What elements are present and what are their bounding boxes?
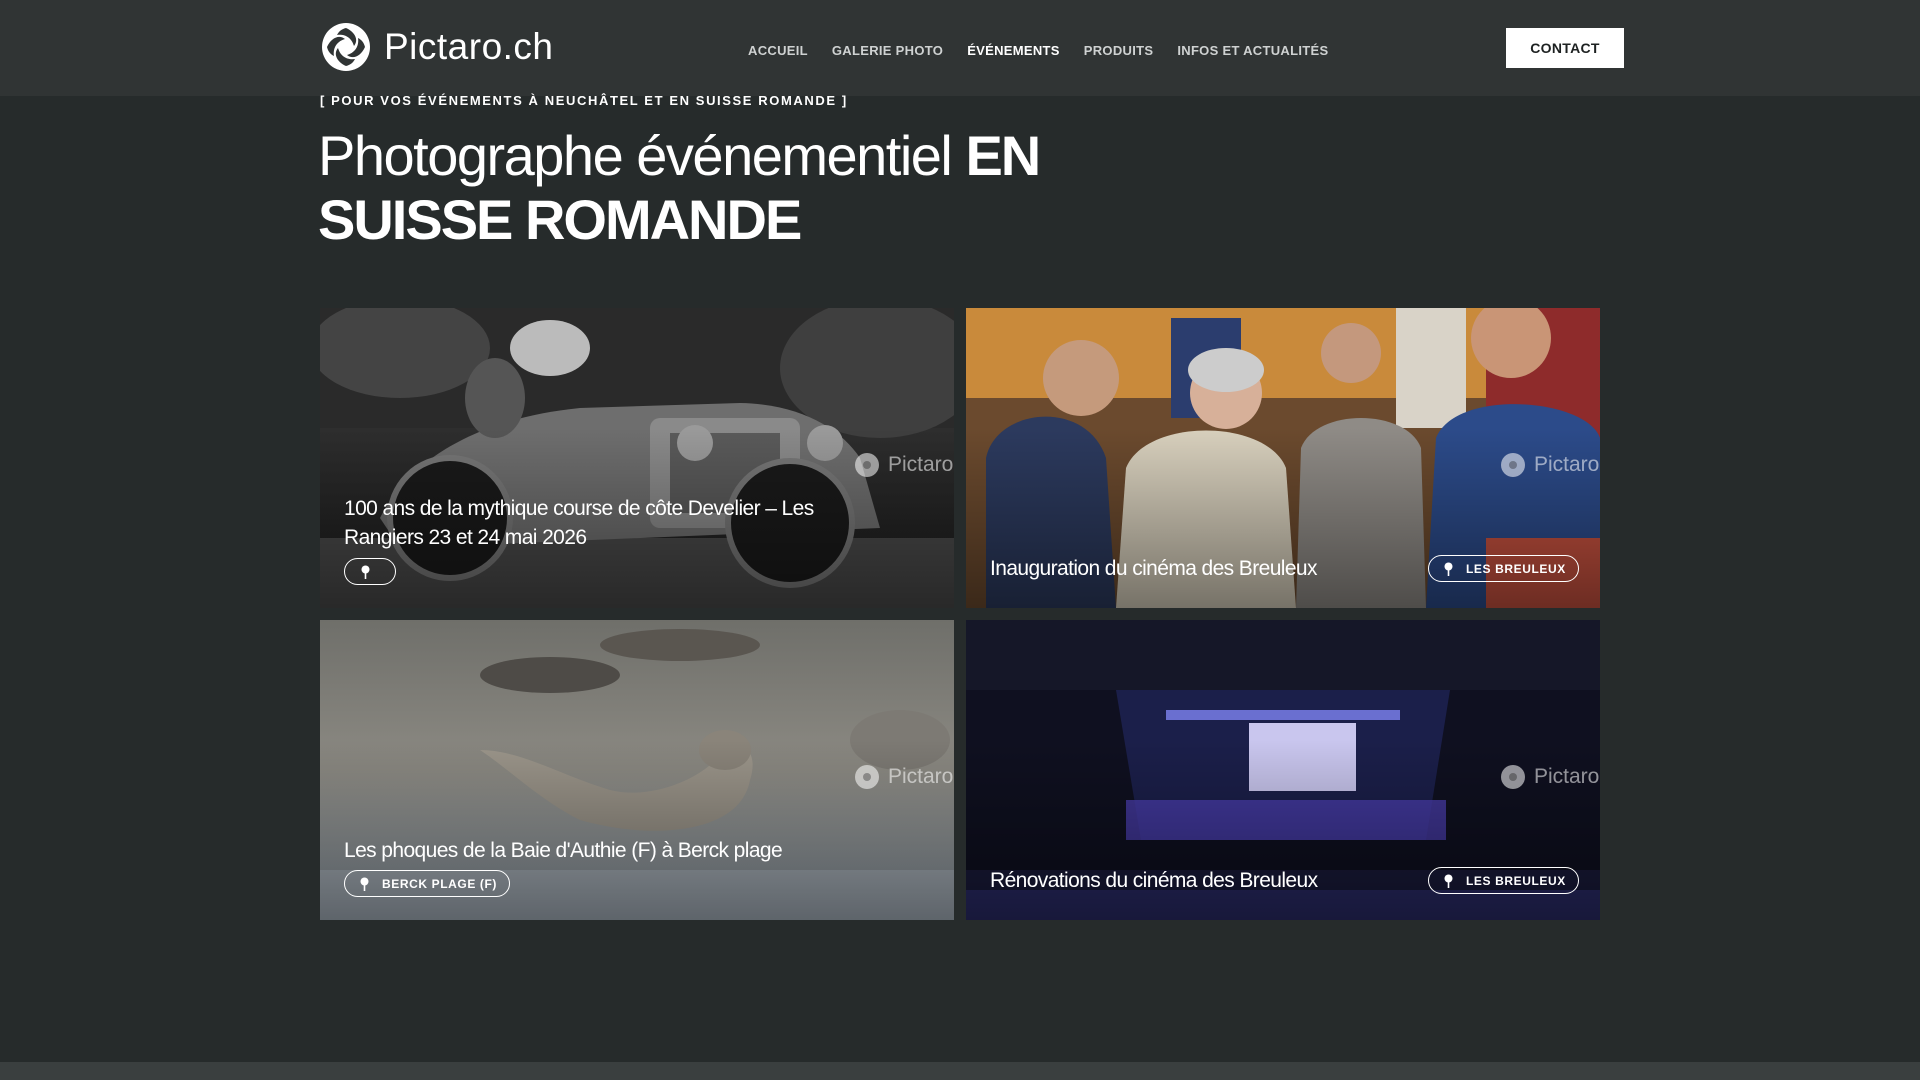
location-pill[interactable]: BERCK PLAGE (F): [344, 870, 510, 897]
events-grid: Pictaro 100 ans de la mythique course de…: [320, 308, 1600, 920]
site-header: Pictaro.ch ACCUEIL GALERIE PHOTO ÉVÉNEME…: [0, 0, 1920, 96]
watermark-text: Pictaro: [1534, 765, 1600, 788]
location-label: LES BREULEUX: [1466, 561, 1566, 576]
location-pill[interactable]: LES BREULEUX: [1428, 555, 1579, 582]
watermark-text: Pictaro: [888, 453, 954, 476]
brand-name: Pictaro.ch: [384, 26, 554, 67]
event-title[interactable]: 100 ans de la mythique course de côte De…: [344, 494, 864, 552]
watermark-text: Pictaro: [888, 765, 954, 788]
location-pin-icon: [361, 565, 370, 579]
aperture-watermark-icon: [855, 453, 879, 477]
hero-eyebrow: [ POUR VOS ÉVÉNEMENTS À NEUCHÂTEL ET EN …: [320, 93, 848, 108]
aperture-watermark-icon: [1501, 765, 1525, 789]
location-label: BERCK PLAGE (F): [382, 876, 497, 891]
location-pill[interactable]: [344, 558, 396, 585]
aperture-logo-icon: [322, 23, 370, 71]
event-card-renovations-cinema[interactable]: Pictaro Rénovations du cinéma des Breule…: [966, 620, 1600, 920]
page-title: Photographe événementiel EN SUISSE ROMAN…: [318, 124, 1118, 252]
page-title-regular: Photographe événementiel: [318, 124, 966, 187]
event-card-inauguration-cinema[interactable]: Pictaro Inauguration du cinéma des Breul…: [966, 308, 1600, 608]
nav-item-infos-actualites[interactable]: INFOS ET ACTUALITÉS: [1177, 40, 1328, 62]
brand-logo-link[interactable]: Pictaro.ch: [321, 22, 554, 72]
aperture-watermark-icon: [1501, 453, 1525, 477]
footer-edge: [0, 1062, 1920, 1080]
contact-button[interactable]: CONTACT: [1506, 28, 1624, 68]
watermark: Pictaro: [1500, 452, 1599, 478]
event-title[interactable]: Les phoques de la Baie d'Authie (F) à Be…: [344, 836, 864, 865]
nav-item-accueil[interactable]: ACCUEIL: [748, 40, 808, 62]
location-pin-icon: [360, 877, 369, 891]
watermark: Pictaro: [854, 764, 953, 790]
location-label: LES BREULEUX: [1466, 873, 1566, 888]
watermark: Pictaro: [854, 452, 953, 478]
nav-item-evenements[interactable]: ÉVÉNEMENTS: [967, 40, 1060, 62]
location-pill[interactable]: LES BREULEUX: [1428, 867, 1579, 894]
watermark-text: Pictaro: [1534, 453, 1600, 476]
event-card-phoques-berck[interactable]: Pictaro Les phoques de la Baie d'Authie …: [320, 620, 954, 920]
location-pin-icon: [1444, 874, 1453, 888]
event-card-develier-rangiers[interactable]: Pictaro 100 ans de la mythique course de…: [320, 308, 954, 608]
main-nav: ACCUEIL GALERIE PHOTO ÉVÉNEMENTS PRODUIT…: [748, 40, 1352, 62]
location-pin-icon: [1444, 562, 1453, 576]
aperture-watermark-icon: [855, 765, 879, 789]
watermark: Pictaro: [1500, 764, 1599, 790]
nav-item-produits[interactable]: PRODUITS: [1084, 40, 1154, 62]
nav-item-galerie-photo[interactable]: GALERIE PHOTO: [832, 40, 943, 62]
